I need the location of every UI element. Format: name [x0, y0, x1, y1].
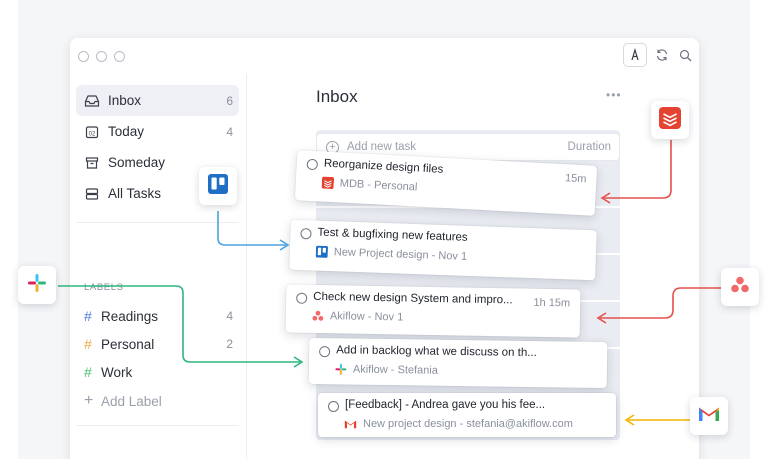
trello-icon	[208, 173, 228, 199]
asana-icon	[730, 275, 750, 300]
gmail-icon	[698, 405, 720, 427]
todoist-badge	[651, 101, 689, 139]
stage: Inbox 6 02 Today 4 Someday All Tasks LAB…	[0, 0, 779, 459]
todoist-icon	[659, 106, 681, 134]
slack-arrow-line	[58, 285, 300, 363]
gmail-badge	[690, 397, 728, 435]
todoist-arrow-line	[604, 140, 672, 199]
trello-arrow-line	[217, 211, 286, 246]
slack-badge	[18, 266, 56, 304]
slack-icon	[27, 273, 47, 298]
asana-arrow-line	[600, 287, 721, 319]
asana-badge	[721, 268, 759, 306]
trello-badge	[199, 167, 237, 205]
connector-arrows	[58, 140, 721, 426]
